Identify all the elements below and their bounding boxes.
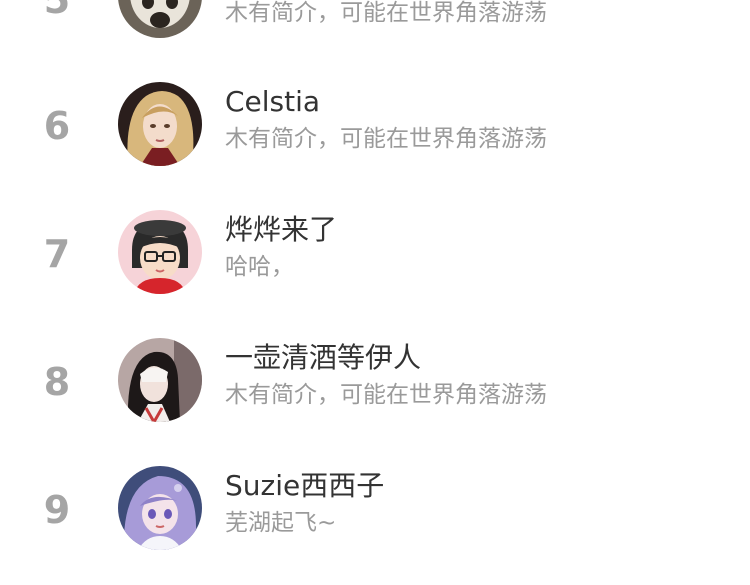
user-name[interactable]: Celstia <box>225 84 320 120</box>
user-name[interactable]: Suzie西西子 <box>225 468 384 504</box>
list-item[interactable]: 6 Celstia 木有简介，可能在世界角落游荡 <box>0 60 750 188</box>
anime-purple-hair-avatar-icon <box>118 466 202 550</box>
avatar[interactable] <box>118 338 202 422</box>
list-item[interactable]: 8 一壶清酒等伊人 木有简介，可能在世界角落游荡 <box>0 316 750 444</box>
list-item[interactable]: 9 Suzie西西子 芜湖起飞~ <box>0 444 750 572</box>
avatar[interactable] <box>118 0 202 38</box>
rank-number: 8 <box>43 360 71 404</box>
user-bio: 芜湖起飞~ <box>225 510 337 536</box>
ranking-list: 5 木有简介，可能在世界角落游荡 6 Celstia 木有简介，可能在世界角落游… <box>0 0 750 585</box>
user-name[interactable]: 烨烨来了 <box>225 212 337 248</box>
user-bio: 木有简介，可能在世界角落游荡 <box>225 382 547 408</box>
avatar[interactable] <box>118 210 202 294</box>
rank-number: 9 <box>43 488 71 532</box>
rank-number: 5 <box>43 0 71 22</box>
blonde-girl-avatar-icon <box>118 82 202 166</box>
user-name[interactable]: 一壶清酒等伊人 <box>225 340 421 376</box>
avatar[interactable] <box>118 466 202 550</box>
rank-number: 7 <box>43 232 71 276</box>
list-item[interactable]: 5 木有简介，可能在世界角落游荡 <box>0 0 750 38</box>
list-item[interactable]: 7 烨烨来了 哈哈， <box>0 188 750 316</box>
user-bio: 木有简介，可能在世界角落游荡 <box>225 126 547 152</box>
cartoon-girl-glasses-avatar-icon <box>118 210 202 294</box>
user-bio: 哈哈， <box>225 254 294 280</box>
masked-girl-avatar-icon <box>118 338 202 422</box>
user-bio: 木有简介，可能在世界角落游荡 <box>225 0 547 26</box>
dog-avatar-icon <box>118 0 202 38</box>
rank-number: 6 <box>43 104 71 148</box>
avatar[interactable] <box>118 82 202 166</box>
